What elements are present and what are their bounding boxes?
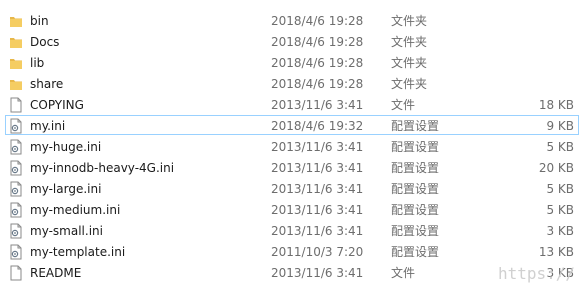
file-row-my-medium-ini[interactable]: my-medium.ini 2013/11/6 3:41 配置设置 5 KB [5,199,579,219]
file-row-my-ini[interactable]: my.ini 2018/4/6 19:32 配置设置 9 KB [5,115,579,135]
file-type: 文件夹 [391,56,428,70]
file-name: README [30,266,82,280]
watermark: https:// [498,264,576,283]
file-date: 2013/11/6 3:41 [271,203,364,217]
file-row-docs[interactable]: Docs 2018/4/6 19:28 文件夹 [5,31,579,51]
folder-icon [10,59,22,69]
file-type: 文件 [391,98,416,112]
file-name: lib [30,56,45,70]
file-name: my-large.ini [30,182,102,196]
settings-file-icon [10,223,22,239]
file-type: 文件夹 [391,14,428,28]
settings-file-icon [10,244,22,260]
file-size: 13 KB [538,245,574,259]
file-date: 2013/11/6 3:41 [271,161,364,175]
file-name: COPYING [30,98,84,112]
file-row-lib[interactable]: lib 2018/4/6 19:28 文件夹 [5,52,579,72]
file-row-copying[interactable]: COPYING 2013/11/6 3:41 文件 18 KB [5,94,579,114]
file-row-my-small-ini[interactable]: my-small.ini 2013/11/6 3:41 配置设置 3 KB [5,220,579,240]
file-size: 18 KB [538,98,574,112]
file-type: 文件夹 [391,35,428,49]
file-size: 3 KB [546,224,574,238]
file-type: 配置设置 [391,203,440,217]
file-size: 9 KB [546,119,574,133]
settings-file-icon [10,160,22,176]
file-date: 2018/4/6 19:28 [271,35,364,49]
file-size: 5 KB [546,140,574,154]
file-date: 2018/4/6 19:32 [271,119,364,133]
file-type: 配置设置 [391,182,440,196]
file-date: 2018/4/6 19:28 [271,56,364,70]
settings-file-icon [10,202,22,218]
file-name: my-template.ini [30,245,126,259]
file-size: 20 KB [538,161,574,175]
file-date: 2013/11/6 3:41 [271,140,364,154]
file-name: my-huge.ini [30,140,102,154]
file-row-bin[interactable]: bin 2018/4/6 19:28 文件夹 [5,10,579,30]
file-row-share[interactable]: share 2018/4/6 19:28 文件夹 [5,73,579,93]
folder-icon [10,17,22,27]
file-type: 配置设置 [391,140,440,154]
folder-icon [10,38,22,48]
file-type: 配置设置 [391,161,440,175]
file-type: 配置设置 [391,245,440,259]
file-date: 2018/4/6 19:28 [271,14,364,28]
file-name: my.ini [30,119,66,133]
file-date: 2018/4/6 19:28 [271,77,364,91]
settings-file-icon [10,139,22,155]
file-size: 5 KB [546,203,574,217]
file-name: share [30,77,64,91]
file-icon [10,265,22,281]
file-row-my-huge-ini[interactable]: my-huge.ini 2013/11/6 3:41 配置设置 5 KB [5,136,579,156]
settings-file-icon [10,181,22,197]
file-row-my-innodb-heavy-4g-ini[interactable]: my-innodb-heavy-4G.ini 2013/11/6 3:41 配置… [5,157,579,177]
file-size: 5 KB [546,182,574,196]
file-name: my-small.ini [30,224,103,238]
file-name: my-innodb-heavy-4G.ini [30,161,175,175]
file-type: 文件 [391,266,416,280]
file-type: 配置设置 [391,119,440,133]
file-date: 2013/11/6 3:41 [271,98,364,112]
file-date: 2013/11/6 3:41 [271,182,364,196]
file-date: 2011/10/3 7:20 [271,245,364,259]
file-name: bin [30,14,49,28]
file-name: Docs [30,35,60,49]
file-name: my-medium.ini [30,203,121,217]
file-date: 2013/11/6 3:41 [271,266,364,280]
folder-icon [10,80,22,90]
file-icon [10,97,22,113]
file-type: 配置设置 [391,224,440,238]
settings-file-icon [10,118,22,134]
file-row-readme[interactable]: README 2013/11/6 3:41 文件 3 KB [5,262,579,282]
file-date: 2013/11/6 3:41 [271,224,364,238]
file-row-my-template-ini[interactable]: my-template.ini 2011/10/3 7:20 配置设置 13 K… [5,241,579,261]
file-row-my-large-ini[interactable]: my-large.ini 2013/11/6 3:41 配置设置 5 KB [5,178,579,198]
file-type: 文件夹 [391,77,428,91]
